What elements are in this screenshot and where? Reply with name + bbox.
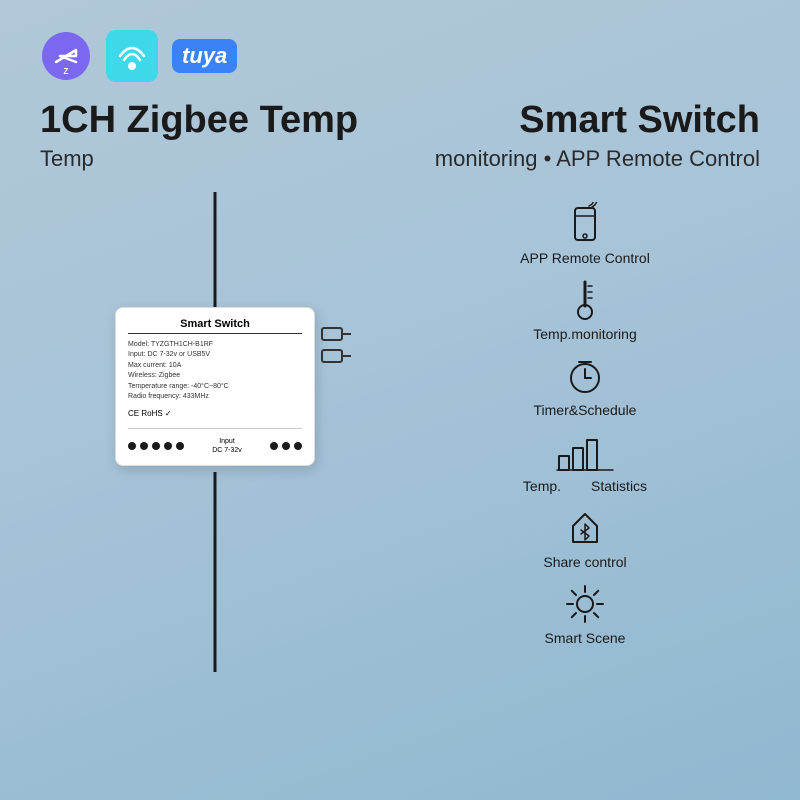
knob-1: [321, 327, 343, 341]
logos-row: Z tuya: [40, 30, 760, 82]
header-right: Smart Switch monitoring • APP Remote Con…: [400, 100, 760, 172]
svg-text:Z: Z: [64, 67, 69, 76]
device-info: Model: TYZGTH1CH-B1RF Input: DC 7-32v or…: [128, 340, 302, 403]
features-side: APP Remote Control Temp.monitoring: [410, 192, 760, 672]
device-container: Smart Switch Model: TYZGTH1CH-B1RF Input…: [105, 192, 325, 672]
input-label: InputDC 7-32v: [212, 437, 242, 455]
feature-timer: Timer&Schedule: [410, 354, 760, 418]
statistics-label: Statistics: [591, 478, 647, 494]
knob-2: [321, 349, 343, 363]
header-section: 1CH Zigbee Temp Temp Smart Switch monito…: [40, 100, 760, 172]
feature-app-remote: APP Remote Control: [410, 202, 760, 266]
page: Z tuya 1CH Zigbee Temp Temp Smart Switch: [0, 0, 800, 800]
timer-icon: [563, 354, 607, 398]
timer-label: Timer&Schedule: [534, 402, 637, 418]
sun-icon: [563, 582, 607, 626]
share-label: Share control: [543, 554, 626, 570]
temp-label: Temp.: [523, 478, 561, 494]
remote-icon: [563, 202, 607, 246]
monitoring-subtitle: monitoring • APP Remote Control: [400, 146, 760, 172]
feature-smart-scene: Smart Scene: [410, 582, 760, 646]
header-left: 1CH Zigbee Temp Temp: [40, 100, 400, 172]
feature-share: Share control: [410, 506, 760, 570]
terminal-right: [270, 442, 302, 450]
device-cert: CE RoHS ✓: [128, 409, 302, 418]
feature-temp-monitoring: Temp.monitoring: [410, 278, 760, 342]
content-area: Smart Switch Model: TYZGTH1CH-B1RF Input…: [40, 192, 760, 672]
temp-monitoring-label: Temp.monitoring: [533, 326, 637, 342]
feature-stats: Temp. Statistics: [410, 430, 760, 494]
bluetooth-icon: [563, 506, 607, 550]
smartlife-logo: [106, 30, 158, 82]
thermometer-icon: [563, 278, 607, 322]
device-side: Smart Switch Model: TYZGTH1CH-B1RF Input…: [40, 192, 390, 672]
zigbee-logo: Z: [40, 30, 92, 82]
tuya-logo: tuya: [172, 38, 237, 74]
device-box: Smart Switch Model: TYZGTH1CH-B1RF Input…: [115, 307, 315, 466]
product-subtitle: Temp: [40, 146, 400, 172]
app-remote-label: APP Remote Control: [520, 250, 650, 266]
tuya-text: tuya: [182, 43, 227, 68]
smart-switch-title: Smart Switch: [400, 100, 760, 142]
chart-icon: [555, 430, 615, 474]
device-knobs: [321, 327, 343, 363]
wire-top: [214, 192, 217, 312]
product-title: 1CH Zigbee Temp: [40, 100, 400, 142]
smart-scene-label: Smart Scene: [545, 630, 626, 646]
device-label: Smart Switch: [128, 318, 302, 334]
stats-labels-row: Temp. Statistics: [523, 478, 647, 494]
wire-bottom: [214, 472, 217, 672]
terminal-left: [128, 442, 184, 450]
